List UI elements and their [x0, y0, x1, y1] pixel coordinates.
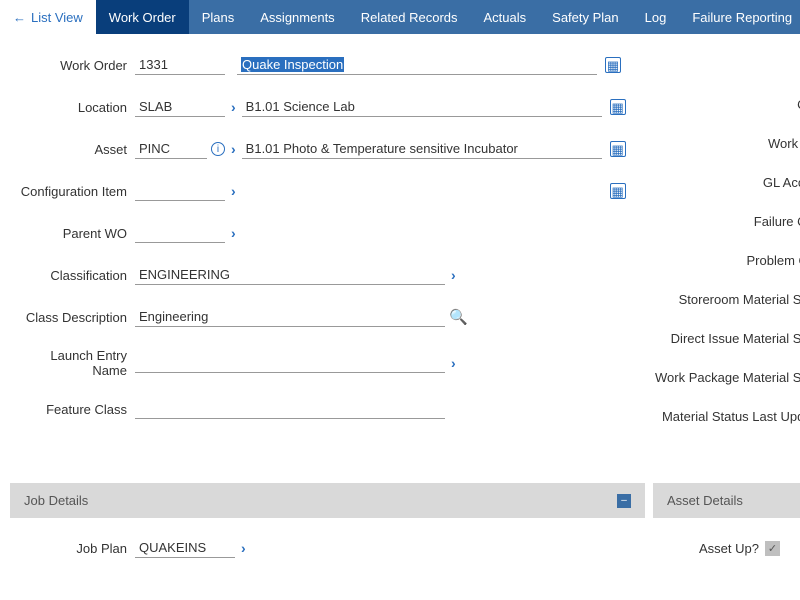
label-location: Location	[15, 100, 135, 115]
tab-bar: ← List View Work Order Plans Assignments…	[0, 0, 800, 34]
label-launch-entry-name: Launch Entry Name	[15, 348, 135, 378]
row-work-order: Work Order Quake Inspection ▦	[15, 54, 655, 76]
tab-list-view-label: List View	[31, 10, 83, 25]
asset-info-icon[interactable]: i	[211, 142, 225, 156]
row-asset: Asset i › ▦	[15, 138, 655, 160]
tab-assignments[interactable]: Assignments	[247, 0, 347, 34]
back-arrow-icon: ←	[13, 10, 26, 25]
label-work-order: Work Order	[15, 58, 135, 73]
label-asset-up: Asset Up?	[699, 541, 759, 556]
asset-detail-icon[interactable]: ▦	[610, 141, 626, 157]
section-headers: Job Details – Asset Details	[0, 483, 800, 518]
feature-class-input[interactable]	[135, 399, 445, 419]
tab-safety-plan[interactable]: Safety Plan	[539, 0, 632, 34]
section-asset-details-title: Asset Details	[667, 493, 743, 508]
location-lookup-icon[interactable]: ›	[225, 99, 242, 115]
launch-entry-name-input[interactable]	[135, 353, 445, 373]
classification-lookup-icon[interactable]: ›	[445, 267, 462, 283]
row-parent-wo: Parent WO ›	[15, 222, 655, 244]
parent-wo-input[interactable]	[135, 223, 225, 243]
configuration-item-input[interactable]	[135, 181, 225, 201]
label-failure-class: Failure Class	[655, 214, 800, 231]
label-job-plan: Job Plan	[15, 541, 135, 556]
asset-lookup-icon[interactable]: ›	[225, 141, 242, 157]
tab-list-view[interactable]: ← List View	[0, 0, 96, 34]
form-area: Work Order Quake Inspection ▦ Location ›…	[0, 34, 800, 458]
classification-input[interactable]	[135, 265, 445, 285]
work-order-desc-value: Quake Inspection	[241, 57, 344, 72]
label-direct-issue-material-status: Direct Issue Material Status	[655, 331, 800, 348]
label-work-package-material-status: Work Package Material Status	[655, 370, 800, 387]
launch-entry-lookup-icon[interactable]: ›	[445, 355, 462, 371]
asset-desc-input[interactable]	[242, 139, 602, 159]
configuration-item-desc-input[interactable]	[242, 182, 602, 201]
tab-work-order[interactable]: Work Order	[96, 0, 189, 34]
label-storeroom-material-status: Storeroom Material Status	[655, 292, 800, 309]
section-job-details[interactable]: Job Details –	[10, 483, 645, 518]
row-class-description: Class Description 🔍	[15, 306, 655, 328]
bottom-left: Job Plan ›	[15, 538, 655, 558]
label-class-description: Class Description	[15, 310, 135, 325]
class-description-input[interactable]	[135, 307, 445, 327]
left-column: Work Order Quake Inspection ▦ Location ›…	[15, 54, 655, 448]
tab-actuals[interactable]: Actuals	[471, 0, 540, 34]
configuration-item-detail-icon[interactable]: ▦	[610, 183, 626, 199]
tab-plans[interactable]: Plans	[189, 0, 248, 34]
label-material-status-last-updated: Material Status Last Updated	[655, 409, 800, 426]
row-launch-entry-name: Launch Entry Name ›	[15, 348, 655, 378]
row-feature-class: Feature Class	[15, 398, 655, 420]
tab-log[interactable]: Log	[632, 0, 680, 34]
parent-wo-lookup-icon[interactable]: ›	[225, 225, 242, 241]
label-classification: Classification	[15, 268, 135, 283]
label-gl-account: GL Account	[655, 175, 800, 192]
label-site: Site	[655, 58, 800, 75]
label-configuration-item: Configuration Item	[15, 184, 135, 199]
label-class: Class	[655, 97, 800, 114]
label-work-type: Work Type	[655, 136, 800, 153]
asset-input[interactable]	[135, 139, 207, 159]
configuration-item-lookup-icon[interactable]: ›	[225, 183, 242, 199]
work-order-input[interactable]	[135, 55, 225, 75]
class-description-search-icon[interactable]: 🔍	[449, 308, 468, 326]
asset-up-checkbox[interactable]: ✓	[765, 541, 780, 556]
row-configuration-item: Configuration Item › ▦	[15, 180, 655, 202]
tab-failure-reporting[interactable]: Failure Reporting	[679, 0, 800, 34]
section-job-details-title: Job Details	[24, 493, 88, 508]
label-feature-class: Feature Class	[15, 402, 135, 417]
location-desc-input[interactable]	[242, 97, 602, 117]
bottom-right: Asset Up? ✓	[655, 538, 785, 558]
job-plan-lookup-icon[interactable]: ›	[235, 540, 252, 556]
right-column: Site Class Work Type GL Account Failure …	[655, 54, 800, 448]
location-input[interactable]	[135, 97, 225, 117]
bottom-area: Job Plan › Asset Up? ✓	[0, 518, 800, 558]
job-plan-input[interactable]	[135, 538, 235, 558]
minimize-icon[interactable]: –	[617, 494, 631, 508]
row-classification: Classification ›	[15, 264, 655, 286]
row-location: Location › ▦	[15, 96, 655, 118]
label-problem-code: Problem Code	[655, 253, 800, 270]
label-asset: Asset	[15, 142, 135, 157]
detail-menu-icon[interactable]: ▦	[605, 57, 621, 73]
tab-related-records[interactable]: Related Records	[348, 0, 471, 34]
work-order-desc-input[interactable]: Quake Inspection	[237, 55, 597, 75]
section-asset-details[interactable]: Asset Details	[653, 483, 800, 518]
label-parent-wo: Parent WO	[15, 226, 135, 241]
location-detail-icon[interactable]: ▦	[610, 99, 626, 115]
